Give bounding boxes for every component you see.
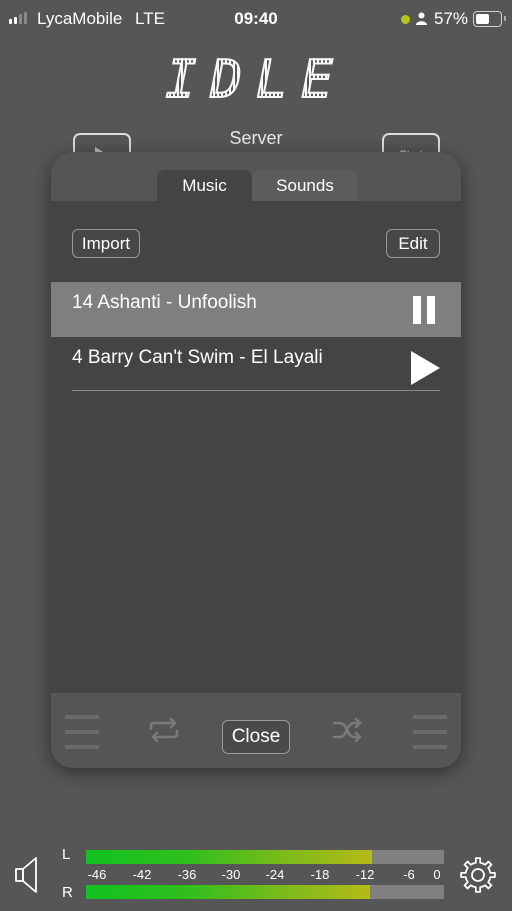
import-button[interactable]: Import [72,229,140,258]
track-row[interactable]: 4 Barry Can't Swim - El Layali [51,337,461,392]
meter-scale: -46 -42 -36 -30 -24 -18 -12 -6 0 [86,867,444,883]
left-level-fill [86,850,373,864]
battery-percent: 57% [434,9,469,28]
battery-icon [473,11,506,27]
status-display: IDLE [0,49,512,111]
track-title: 14 Ashanti - Unfoolish [72,292,257,313]
gear-icon[interactable] [458,855,498,895]
person-icon [416,12,427,25]
menu-lines-icon[interactable] [413,715,447,749]
menu-lines-icon[interactable] [65,715,99,749]
track-list: 14 Ashanti - Unfoolish 4 Barry Can't Swi… [51,282,461,392]
right-level-fill [86,885,371,899]
repeat-icon[interactable] [148,717,180,743]
tab-music[interactable]: Music [157,170,252,201]
meter-scale-tick: -30 [221,867,241,882]
meter-scale-tick: -12 [355,867,375,882]
play-icon[interactable] [411,351,440,385]
meter-scale-tick: -24 [265,867,285,882]
status-display-text: IDLE [164,49,347,111]
tab-sounds[interactable]: Sounds [252,170,358,201]
track-title: 4 Barry Can't Swim - El Layali [72,347,323,368]
meter-scale-tick: -6 [403,867,415,882]
battery-nub [504,16,506,21]
right-level-meter [86,885,444,899]
app-screen: LycaMobile LTE 09:40 57% IDLE Server Sta… [0,0,512,911]
pause-icon[interactable] [413,296,435,324]
track-row[interactable]: 14 Ashanti - Unfoolish [51,282,461,337]
panel-footer: Close [51,693,461,768]
battery-fill [476,14,489,24]
meter-scale-tick: -46 [87,867,107,882]
meter-scale-tick: -42 [132,867,152,882]
speaker-icon[interactable] [14,856,40,894]
status-bar: LycaMobile LTE 09:40 57% [0,0,512,38]
right-channel-label: R [62,884,73,901]
meter-scale-tick: 0 [433,867,441,882]
meter-scale-tick: -18 [310,867,330,882]
tab-bar: Music Sounds [51,152,461,201]
close-button[interactable]: Close [222,720,290,754]
left-channel-label: L [62,846,71,863]
edit-button[interactable]: Edit [386,229,440,258]
music-panel: Music Sounds Import Edit 14 Ashanti - Un… [51,152,461,768]
left-level-meter [86,850,444,864]
shuffle-icon[interactable] [333,717,363,743]
list-divider [72,390,440,391]
mic-indicator-icon [401,15,410,24]
meter-scale-tick: -36 [177,867,197,882]
